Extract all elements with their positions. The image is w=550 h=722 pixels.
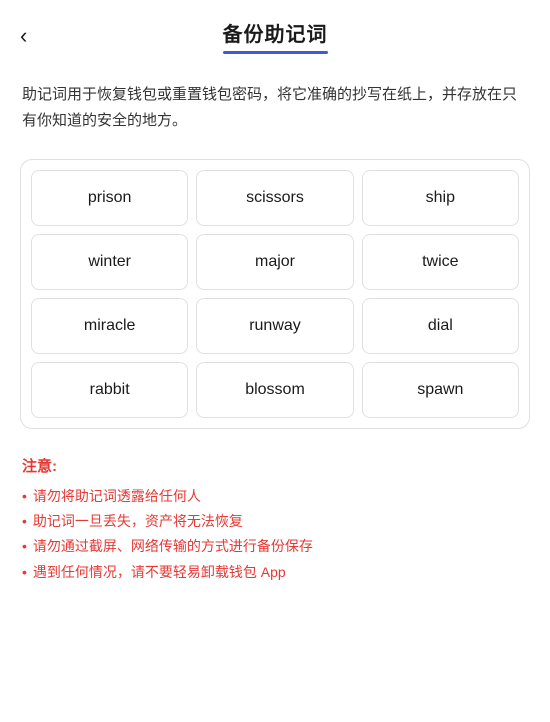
notice-item-4: 遇到任何情况，请不要轻易卸载钱包 App xyxy=(22,560,528,585)
mnemonic-word-7: miracle xyxy=(31,298,188,354)
header-title-wrapper: 备份助记词 xyxy=(223,18,328,54)
notice-item-1: 请勿将助记词透露给任何人 xyxy=(22,484,528,509)
page-title: 备份助记词 xyxy=(223,18,328,47)
mnemonic-word-2: scissors xyxy=(196,170,353,226)
back-button[interactable]: ‹ xyxy=(20,25,27,47)
mnemonic-grid-wrapper: prisonscissorsship wintermajortwice miracl… xyxy=(20,159,530,429)
notice-title: 注意: xyxy=(22,455,528,476)
mnemonic-word-8: runway xyxy=(196,298,353,354)
mnemonic-word-10: rabbit xyxy=(31,362,188,418)
notice-item-3: 请勿通过截屏、网络传输的方式进行备份保存 xyxy=(22,534,528,559)
notice-section: 注意: 请勿将助记词透露给任何人助记词一旦丢失，资产将无法恢复请勿通过截屏、网络… xyxy=(0,445,550,605)
notice-item-2: 助记词一旦丢失，资产将无法恢复 xyxy=(22,509,528,534)
mnemonic-word-12: spawn xyxy=(362,362,519,418)
notice-list: 请勿将助记词透露给任何人助记词一旦丢失，资产将无法恢复请勿通过截屏、网络传输的方… xyxy=(22,484,528,585)
mnemonic-word-11: blossom xyxy=(196,362,353,418)
mnemonic-word-6: twice xyxy=(362,234,519,290)
mnemonic-word-9: dial xyxy=(362,298,519,354)
mnemonic-word-3: ship xyxy=(362,170,519,226)
header: ‹ 备份助记词 xyxy=(0,0,550,64)
mnemonic-word-1: prison xyxy=(31,170,188,226)
description-text: 助记词用于恢复钱包或重置钱包密码，将它准确的抄写在纸上，并存放在只有你知道的安全… xyxy=(0,64,550,143)
mnemonic-word-5: major xyxy=(196,234,353,290)
title-underline xyxy=(223,51,328,54)
mnemonic-grid: prisonscissorsship wintermajortwice miracl… xyxy=(31,170,519,418)
mnemonic-word-4: winter xyxy=(31,234,188,290)
